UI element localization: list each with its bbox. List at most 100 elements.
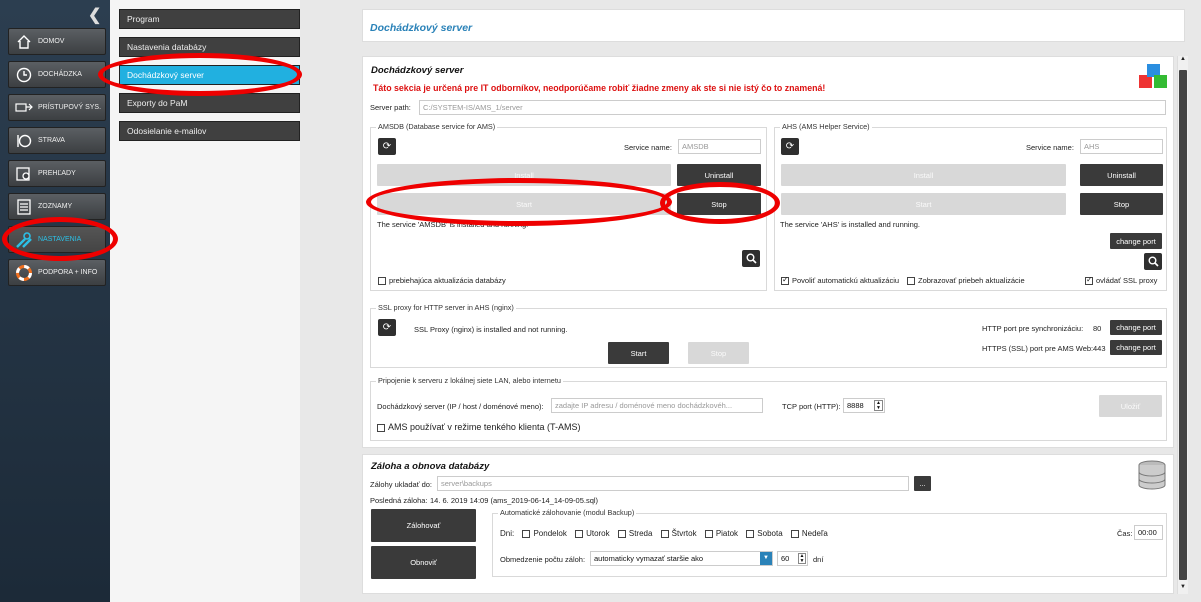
checkbox-icon[interactable] [781,275,789,286]
checkbox-icon[interactable] [377,423,385,432]
tcp-port-input[interactable]: 8888 ▲ ▼ [843,398,885,413]
limit-select-value: automaticky vymazať staršie ako [594,554,704,563]
ahs-legend: AHS (AMS Helper Service) [780,122,872,131]
day-checkbox-tuesday[interactable]: Utorok [575,529,610,538]
ahs-uninstall-button[interactable]: Uninstall [1080,164,1163,186]
last-backup-value: 14. 6. 2019 14:09 (ams_2019-06-14_14-09-… [430,496,599,505]
ahs-ssl-proxy-checkbox[interactable]: ovládať SSL proxy [1085,275,1157,286]
warning-text: Táto sekcia je určená pre IT odborníkov,… [373,83,826,93]
amsdb-update-label: prebiehajúca aktualizácia databázy [389,276,506,285]
backup-save-to-label: Zálohy ukladať do: [370,480,433,489]
page-header: Dochádzkový server [362,9,1185,42]
restore-button[interactable]: Obnoviť [371,546,476,579]
amsdb-update-checkbox[interactable]: prebiehajúca aktualizácia databázy [378,276,506,286]
nav-label: NASTAVENIA [38,236,82,243]
amsdb-stop-button[interactable]: Stop [677,193,761,215]
day-checkbox-monday[interactable]: Pondelok [522,529,567,538]
checkbox-icon[interactable] [704,529,713,538]
chevron-left-icon[interactable]: ❮ [88,5,101,25]
thin-client-checkbox[interactable]: AMS používať v režime tenkého klienta (T… [377,422,580,432]
ssl-start-button[interactable]: Start [608,342,669,364]
https-port-value: 443 [1093,344,1106,353]
checkbox-icon[interactable] [575,529,584,538]
magnifier-icon[interactable] [742,250,760,267]
submenu-item-export[interactable]: Exporty do PaM [119,93,300,113]
ahs-status: The service 'AHS' is installed and runni… [780,220,921,229]
chevron-down-icon[interactable]: ▼ [760,552,772,565]
access-icon [15,99,33,117]
lan-save-button[interactable]: Uložiť [1099,395,1162,417]
https-change-port-button[interactable]: change port [1110,340,1162,355]
checkbox-icon[interactable] [522,529,531,538]
ahs-auto-update-checkbox[interactable]: Povoliť automatickú aktualizáciu [781,275,899,286]
time-input[interactable]: 00:00 [1134,525,1163,540]
ahs-change-port-button[interactable]: change port [1110,233,1162,249]
ahs-start-button[interactable]: Start [781,193,1066,215]
spinner-icon[interactable]: ▲ ▼ [798,553,806,564]
nav-item-zoznamy[interactable]: ZOZNAMY [8,193,106,220]
lan-fieldset: Pripojenie k serveru z lokálnej siete LA… [370,376,1167,441]
submenu-item-database[interactable]: Nastavenia databázy [119,37,300,57]
checkbox-icon[interactable] [660,529,669,538]
ahs-service-name-input[interactable]: AHS [1080,139,1163,154]
submenu-item-email[interactable]: Odosielanie e-mailov [119,121,300,141]
scroll-down-icon[interactable]: ▼ [1178,584,1188,594]
server-path-input[interactable]: C:/SYSTEM-IS/AMS_1/server [419,100,1166,115]
scroll-up-icon[interactable]: ▲ [1178,56,1188,66]
checkbox-icon[interactable] [1085,275,1093,286]
amsdb-service-name-input[interactable]: AMSDB [678,139,761,154]
ahs-show-progress-checkbox[interactable]: Zobrazovať priebeh aktualizácie [907,276,1025,286]
amsdb-install-button[interactable]: Install [377,164,671,186]
limit-select[interactable]: automaticky vymazať staršie ako ▼ [590,551,773,566]
ahs-install-button[interactable]: Install [781,164,1066,186]
nav-label: PREHĽADY [38,170,76,177]
nav-label: PRÍSTUPOVÝ SYS. [38,104,102,111]
http-change-port-button[interactable]: change port [1110,320,1162,335]
refresh-icon[interactable]: ⟳ [378,319,396,336]
day-checkbox-sunday[interactable]: Nedeľa [790,529,828,538]
refresh-icon[interactable]: ⟳ [378,138,396,155]
nav-item-nastavenia[interactable]: NASTAVENIA [8,226,106,253]
browse-button[interactable]: ... [914,476,931,491]
backup-path-input[interactable]: server\backups [437,476,909,491]
checkbox-icon[interactable] [790,529,799,538]
checkbox-icon[interactable] [746,529,755,538]
ssl-status: SSL Proxy (nginx) is installed and not r… [414,325,568,334]
list-icon [15,198,33,216]
amsdb-start-button[interactable]: Start [377,193,671,215]
nav-item-dochadzka[interactable]: DOCHÁDZKA [8,61,106,88]
submenu-item-program[interactable]: Program [119,9,300,29]
auto-backup-fieldset: Automatické zálohovanie (modul Backup) D… [492,508,1167,577]
nav-label: STRAVA [38,137,65,144]
day-checkbox-saturday[interactable]: Sobota [746,529,783,538]
day-checkbox-friday[interactable]: Piatok [704,529,738,538]
http-port-value: 80 [1093,324,1102,333]
vertical-scrollbar[interactable]: ▲ ▼ [1177,56,1188,594]
day-label: Nedeľa [801,529,828,538]
nav-item-domov[interactable]: DOMOV [8,28,106,55]
nav-item-strava[interactable]: STRAVA [8,127,106,154]
limit-days-input[interactable]: 60 ▲ ▼ [777,551,808,566]
day-checkbox-thursday[interactable]: Štvrtok [660,529,697,538]
magnifier-icon[interactable] [1144,253,1162,270]
server-path-label: Server path: [370,103,411,112]
nav-item-podpora[interactable]: PODPORA + INFO [8,259,106,286]
auto-backup-legend: Automatické zálohovanie (modul Backup) [498,508,637,517]
ssl-stop-button[interactable]: Stop [688,342,749,364]
spinner-icon[interactable]: ▲ ▼ [874,400,883,411]
refresh-icon[interactable]: ⟳ [781,138,799,155]
submenu-item-server[interactable]: Dochádzkový server [119,65,300,85]
nav-item-pristupovy[interactable]: PRÍSTUPOVÝ SYS. [8,94,106,121]
limit-label: Obmedzenie počtu záloh: [500,555,586,564]
tools-icon [15,231,33,249]
checkbox-icon[interactable] [617,529,626,538]
scrollbar-thumb[interactable] [1179,70,1187,580]
checkbox-icon[interactable] [907,277,915,286]
nav-item-prehlady[interactable]: PREHĽADY [8,160,106,187]
lan-server-input[interactable]: zadajte IP adresu / doménové meno dochád… [551,398,763,413]
checkbox-icon[interactable] [378,277,386,286]
amsdb-uninstall-button[interactable]: Uninstall [677,164,761,186]
day-checkbox-wednesday[interactable]: Streda [617,529,652,538]
backup-button[interactable]: Zálohovať [371,509,476,542]
ahs-stop-button[interactable]: Stop [1080,193,1163,215]
